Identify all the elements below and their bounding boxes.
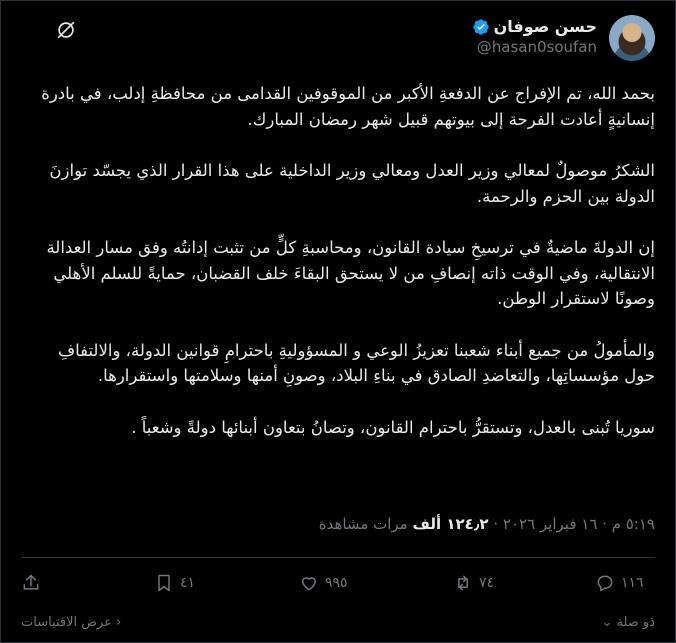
repost-icon [458,575,468,591]
post-timestamp[interactable]: ٥:١٩ م · ١٦ فبراير ٢٠٢٦ · [489,515,655,533]
view-quotes-link[interactable]: ‹ عرض الاقتباسات [21,615,121,630]
author-block: حسن صوفان @hasan0soufan [472,17,597,56]
repost-button[interactable]: ٧٤ [453,573,494,593]
post-text: بحمد الله، تم الإفراج عن الدفعةِ الأكبر … [23,81,655,466]
post-paragraph: والمأمولُ من جميع أبناء شعبنا تعزيزُ الو… [57,340,655,386]
reply-button[interactable]: ١١٦ [595,573,644,593]
post-paragraph: سوريا تُبنى بالعدل، وتستقرُّ باحترام الق… [131,417,655,437]
post-card: حسن صوفان @hasan0soufan بحمد الله، تم ال… [0,0,676,643]
post-paragraph: الشكرُ موصولٌ لمعالي وزير العدل ومعالي و… [49,161,655,206]
bookmark-button[interactable]: ٤١ [154,573,195,593]
relevant-dropdown[interactable]: ذو صلة ⌄ [601,615,655,630]
verified-badge-icon [472,18,490,36]
chevron-down-icon: ⌄ [601,615,613,630]
divider [21,557,655,558]
author-name-row[interactable]: حسن صوفان [472,17,597,36]
view-quotes-label: عرض الاقتباسات [21,615,112,630]
avatar[interactable] [609,15,655,61]
chevron-left-icon: ‹ [116,615,122,630]
post-header: حسن صوفان @hasan0soufan [21,15,655,63]
repost-count: ٧٤ [479,575,495,591]
like-count: ٩٩٥ [325,575,348,591]
views-label: مرات مشاهدة [318,515,413,533]
post-meta: ٥:١٩ م · ١٦ فبراير ٢٠٢٦ · ١٢٤٫٢ ألف مرات… [21,515,655,533]
share-button[interactable] [21,573,41,593]
like-button[interactable]: ٩٩٥ [299,573,348,593]
author-handle[interactable]: @hasan0soufan [472,38,597,56]
bookmark-icon [158,574,170,592]
post-footer: ‹ عرض الاقتباسات ذو صلة ⌄ [21,615,655,635]
relevant-label: ذو صلة [616,615,655,630]
reply-icon [597,575,613,592]
post-paragraph: إن الدولةَ ماضيةٌ في ترسيخِ سيادة القانو… [46,238,655,308]
share-icon [23,574,39,590]
reply-count: ١١٦ [621,575,644,591]
bookmark-count: ٤١ [180,575,196,591]
author-display-name[interactable]: حسن صوفان [494,17,597,36]
views-count: ١٢٤٫٢ ألف [412,515,489,533]
post-paragraph: بحمد الله، تم الإفراج عن الدفعةِ الأكبر … [41,84,655,129]
grok-icon[interactable] [55,19,77,41]
action-bar: ٤١ ٩٩٥ ٧٤ ١١٦ [21,573,655,601]
heart-icon [302,577,316,591]
